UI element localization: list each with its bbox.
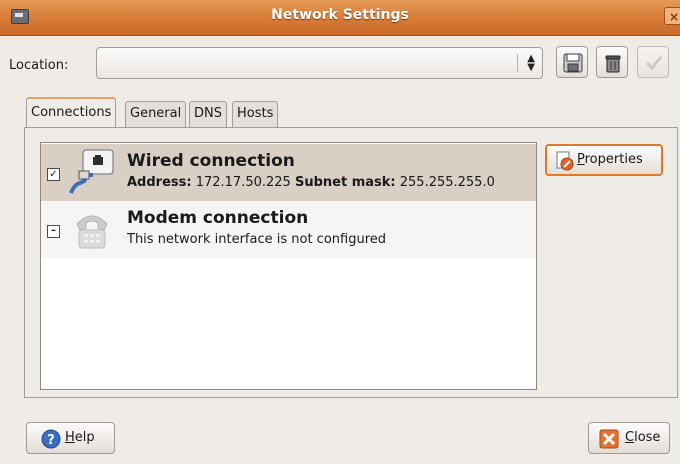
close-icon bbox=[599, 429, 619, 449]
properties-button[interactable]: Properties bbox=[545, 144, 663, 176]
location-label: Location: bbox=[9, 58, 69, 73]
svg-text:?: ? bbox=[47, 433, 55, 448]
wired-enable-checkbox[interactable]: ✓ bbox=[47, 168, 60, 181]
help-icon: ? bbox=[41, 429, 61, 449]
properties-label: Properties bbox=[577, 152, 643, 167]
subnet-mask-label: Subnet mask: bbox=[294, 175, 396, 190]
subnet-mask-value: 255.255.255.0 bbox=[399, 175, 495, 190]
tab-general[interactable]: General bbox=[125, 101, 187, 127]
modem-connection-name: Modem connection bbox=[127, 208, 309, 228]
tab-connections[interactable]: Connections bbox=[26, 97, 117, 128]
title-bar: Network Settings × bbox=[0, 0, 680, 36]
properties-icon bbox=[556, 151, 574, 171]
help-label: Help bbox=[65, 430, 95, 445]
save-location-button[interactable] bbox=[556, 46, 588, 78]
wired-connection-details: Address: 172.17.50.225 Subnet mask: 255.… bbox=[127, 175, 495, 190]
connection-list[interactable]: ✓ Wired connection Address: 172.17.50.22… bbox=[40, 142, 537, 390]
list-item-modem[interactable]: – Modem connection This network interfac… bbox=[41, 201, 536, 258]
floppy-disk-icon bbox=[563, 53, 583, 73]
tab-dns[interactable]: DNS bbox=[189, 101, 227, 127]
up-down-arrow-icon: ▲ ▼ bbox=[527, 53, 535, 73]
modem-enable-checkbox[interactable]: – bbox=[47, 225, 60, 238]
modem-connection-status: This network interface is not configured bbox=[127, 232, 387, 247]
list-item-wired[interactable]: ✓ Wired connection Address: 172.17.50.22… bbox=[41, 144, 536, 201]
window-close-icon[interactable]: × bbox=[664, 7, 680, 25]
checkmark-icon bbox=[645, 56, 663, 71]
tab-hosts[interactable]: Hosts bbox=[232, 101, 279, 127]
window-title: Network Settings bbox=[271, 7, 409, 23]
help-button[interactable]: ? Help bbox=[26, 422, 115, 454]
delete-location-button[interactable] bbox=[596, 46, 628, 78]
location-combobox[interactable]: ▲ ▼ bbox=[96, 47, 543, 79]
wired-connection-name: Wired connection bbox=[127, 151, 295, 171]
wired-network-icon bbox=[69, 149, 114, 194]
close-label: Close bbox=[625, 430, 661, 445]
close-button[interactable]: Close bbox=[588, 422, 670, 454]
combo-separator bbox=[517, 54, 518, 72]
trash-can-icon bbox=[605, 55, 621, 73]
address-label: Address: bbox=[127, 175, 192, 190]
modem-phone-icon bbox=[76, 215, 108, 249]
apply-location-button[interactable] bbox=[637, 46, 669, 78]
address-value: 172.17.50.225 bbox=[195, 175, 291, 190]
